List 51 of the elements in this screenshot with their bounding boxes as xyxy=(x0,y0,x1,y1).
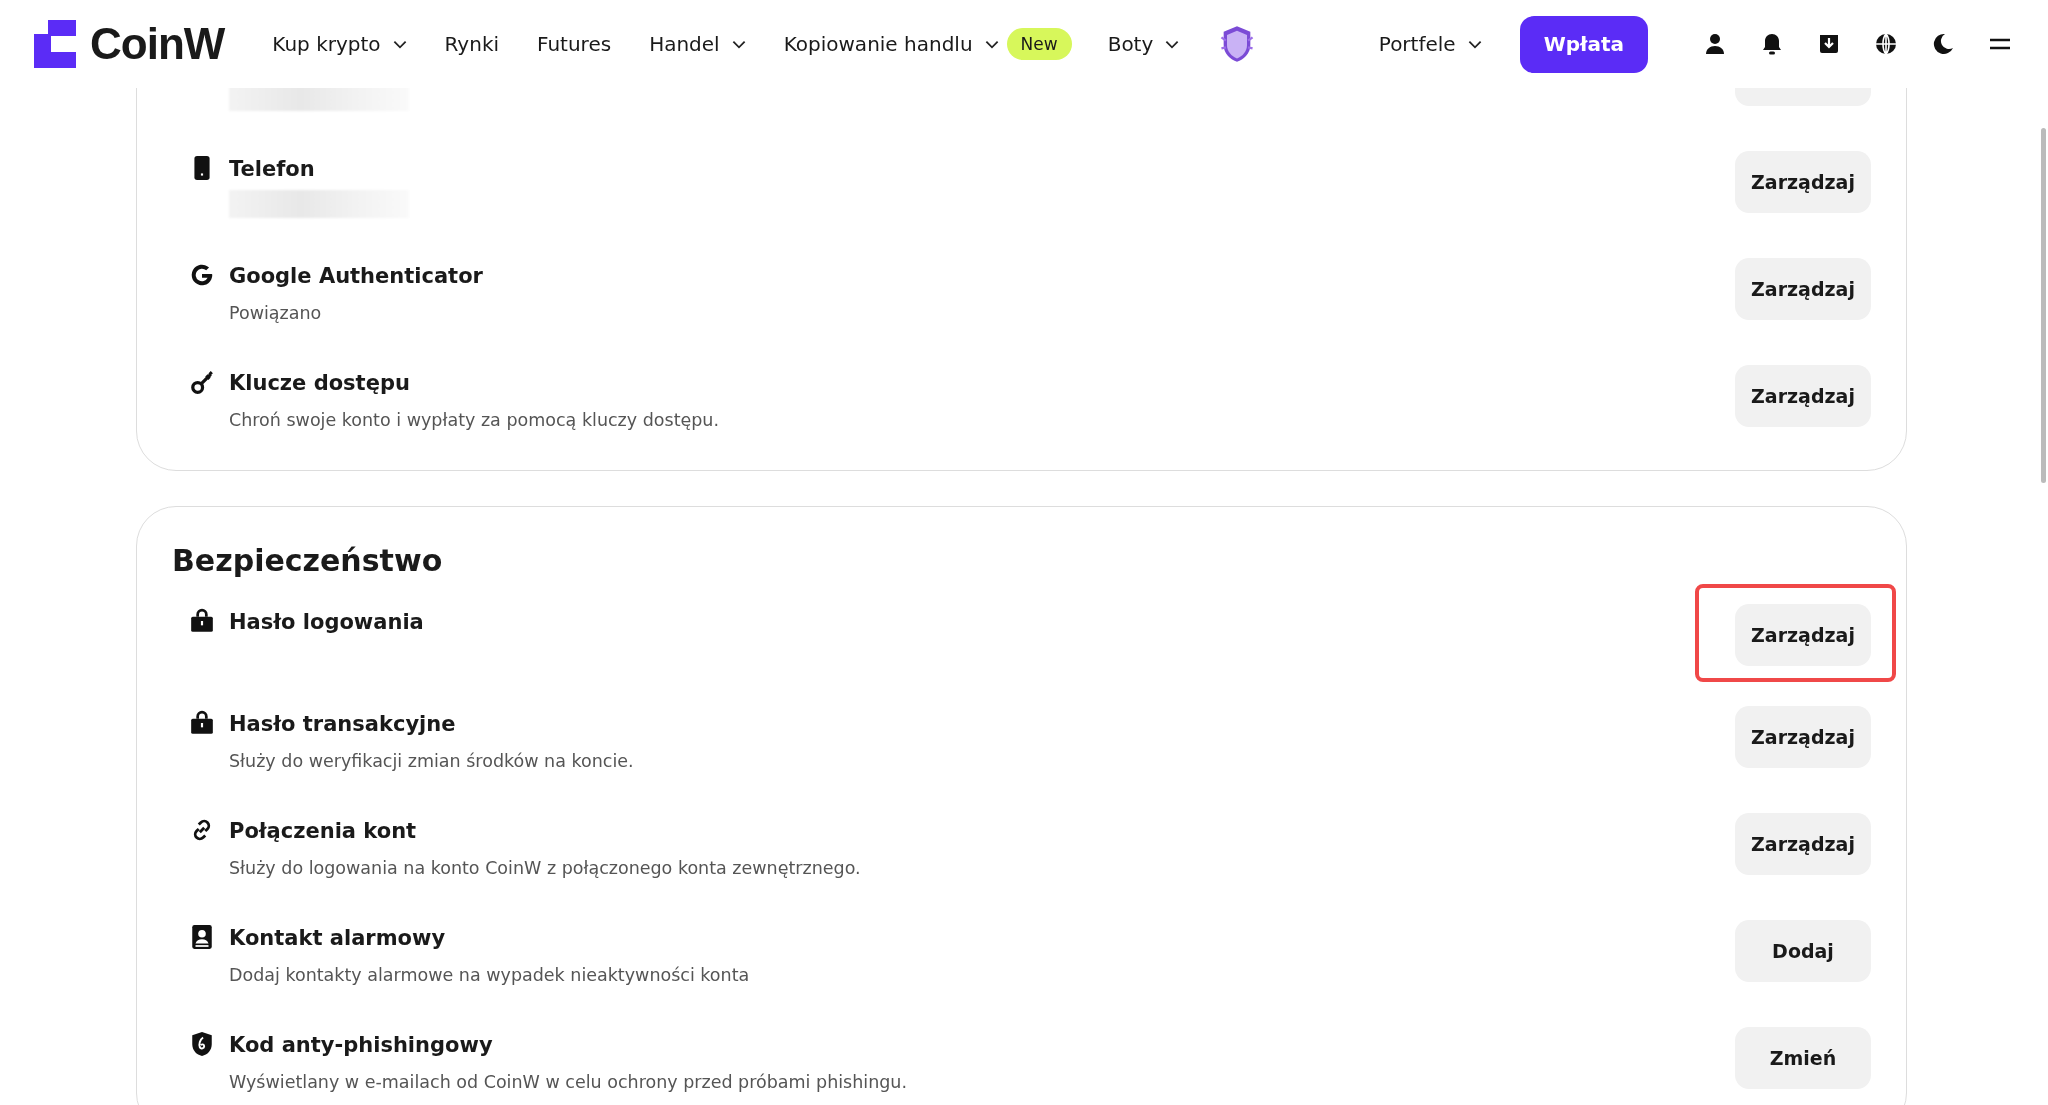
chevron-down-icon xyxy=(984,39,999,49)
chevron-down-icon xyxy=(392,39,407,49)
contact-card-icon xyxy=(189,924,215,950)
logo-icon xyxy=(34,20,76,68)
manage-button[interactable]: Zmień xyxy=(1735,1027,1871,1089)
section-title: Bezpieczeństwo xyxy=(172,543,444,578)
nav-link[interactable]: Kopiowanie handlu xyxy=(783,32,999,56)
item-title: Połączenia kont xyxy=(229,818,418,845)
manage-button[interactable]: Zarządzaj xyxy=(1735,604,1871,666)
logo-text: CoinW xyxy=(90,19,225,69)
nav-link[interactable]: Rynki xyxy=(444,32,499,56)
new-badge: New xyxy=(1006,28,1072,60)
manage-button[interactable]: Zarządzaj xyxy=(1735,706,1871,768)
wallet-menu[interactable]: Portfele xyxy=(1378,32,1482,56)
chevron-down-icon xyxy=(731,39,746,49)
nav-link[interactable]: Boty xyxy=(1107,32,1180,56)
globe-icon[interactable] xyxy=(1874,32,1898,56)
item-description: Chroń swoje konto i wypłaty za pomocą kluczy dostępu. xyxy=(229,409,721,432)
item-description: Wyświetlany w e-mailach od CoinW w celu ochrony przed próbami phishingu. xyxy=(229,1071,908,1094)
deposit-button[interactable]: Wpłata xyxy=(1519,15,1648,73)
item-title: Kod anty-phishingowy xyxy=(229,1032,494,1059)
user-icon[interactable] xyxy=(1703,32,1727,56)
nav-link[interactable]: Kup krypto xyxy=(272,32,407,56)
item-title: Telefon xyxy=(229,156,316,183)
padlock-icon xyxy=(189,710,215,736)
google-g-icon xyxy=(189,262,215,288)
download-icon[interactable] xyxy=(1817,32,1841,56)
item-description: Powiązano xyxy=(229,302,323,325)
item-title: Hasło transakcyjne xyxy=(229,711,457,738)
moon-icon[interactable] xyxy=(1931,32,1955,56)
shield-icon xyxy=(189,1031,215,1057)
nav-link[interactable]: Handel xyxy=(649,32,746,56)
scrollbar[interactable] xyxy=(2041,128,2046,483)
item-description: Służy do logowania na konto CoinW z połączonego konta zewnętrznego. xyxy=(229,857,862,880)
chevron-down-icon xyxy=(1165,39,1180,49)
item-title: Kontakt alarmowy xyxy=(229,925,447,952)
item-title: Google Authenticator xyxy=(229,263,484,290)
item-description: Służy do weryfikacji zmian środków na koncie. xyxy=(229,750,635,773)
padlock-icon xyxy=(189,608,215,634)
chevron-down-icon xyxy=(1467,39,1482,49)
manage-button[interactable]: Zarządzaj xyxy=(1735,151,1871,213)
key-icon xyxy=(189,369,215,395)
bell-icon[interactable] xyxy=(1760,32,1784,56)
manage-button[interactable]: Zarządzaj xyxy=(1735,365,1871,427)
manage-button[interactable]: Zarządzaj xyxy=(1735,258,1871,320)
nav-link[interactable]: Futures xyxy=(537,32,612,56)
item-description: Dodaj kontakty alarmowe na wypadek nieaktywności konta xyxy=(229,964,751,987)
item-title: Hasło logowania xyxy=(229,609,425,636)
manage-button[interactable]: Zarządzaj xyxy=(1735,813,1871,875)
item-title: Klucze dostępu xyxy=(229,370,411,397)
manage-button[interactable]: Dodaj xyxy=(1735,920,1871,982)
